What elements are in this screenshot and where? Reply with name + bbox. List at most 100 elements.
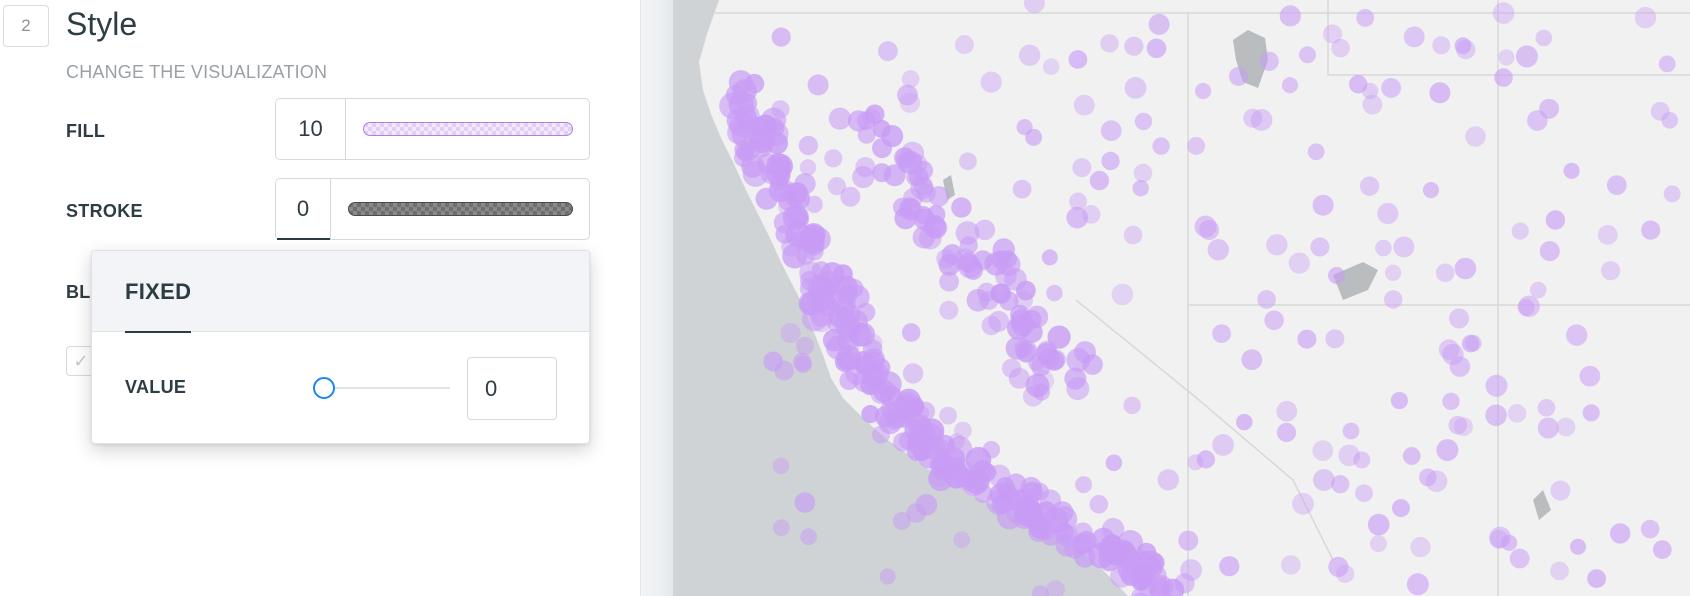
- stroke-size-popover: FIXED VALUE 0: [91, 250, 590, 444]
- map-point: [1410, 536, 1431, 558]
- map-point: [1529, 281, 1547, 299]
- map-point: [1537, 399, 1556, 417]
- map-point: [1515, 45, 1538, 68]
- map-point: [939, 406, 957, 425]
- map-point: [1219, 556, 1240, 577]
- map-point: [1100, 120, 1122, 142]
- map-point: [822, 328, 846, 352]
- value-slider[interactable]: [313, 377, 450, 399]
- map-point: [1066, 377, 1090, 401]
- map-point: [1051, 506, 1078, 533]
- map-point: [861, 405, 880, 424]
- map-point: [1663, 185, 1681, 203]
- map-point: [1196, 450, 1215, 469]
- map-point: [910, 432, 931, 453]
- map-point: [794, 355, 812, 374]
- map-point: [1507, 404, 1527, 423]
- map-point: [864, 373, 886, 395]
- map-point: [1606, 175, 1627, 196]
- map-point: [1012, 179, 1032, 199]
- map-point: [805, 195, 823, 213]
- map-point: [1570, 538, 1586, 555]
- map-point: [1100, 34, 1119, 53]
- map-point: [1422, 182, 1440, 199]
- fill-color-swatch[interactable]: [363, 122, 573, 136]
- fill-size-value[interactable]: 10: [276, 99, 346, 159]
- section-title: Style: [66, 6, 138, 42]
- stroke-size-value[interactable]: 0: [276, 179, 331, 240]
- map-point: [856, 302, 876, 322]
- map-point: [1066, 206, 1088, 229]
- app-root: 2 Style CHANGE THE VISUALIZATION FILL 10…: [0, 0, 1690, 596]
- map-point: [1123, 225, 1143, 245]
- map-point: [902, 363, 924, 384]
- map-point: [938, 254, 961, 276]
- map-point: [1328, 267, 1345, 284]
- map-point: [1634, 6, 1657, 29]
- map-point: [862, 108, 881, 128]
- map-point: [838, 283, 858, 304]
- stroke-color-swatch[interactable]: [348, 202, 573, 216]
- map-point: [1075, 476, 1093, 494]
- map-point: [1661, 112, 1678, 129]
- map-point: [824, 149, 843, 168]
- map-point: [864, 334, 883, 352]
- value-input[interactable]: 0: [467, 357, 557, 420]
- map-point: [1111, 283, 1134, 306]
- map-point: [1442, 343, 1464, 366]
- map-point: [1461, 334, 1480, 353]
- map-point: [1448, 415, 1468, 435]
- map-point: [1652, 540, 1672, 559]
- map-point: [1039, 489, 1062, 512]
- slider-track[interactable]: [324, 387, 450, 389]
- map-point: [1089, 495, 1109, 514]
- tab-fixed[interactable]: FIXED: [125, 251, 192, 333]
- map-point: [774, 360, 794, 381]
- stroke-control[interactable]: 0: [275, 178, 590, 240]
- fill-control[interactable]: 10: [275, 98, 590, 160]
- map-point: [1579, 365, 1601, 387]
- map-point: [1342, 422, 1360, 440]
- check-icon: ✓: [73, 350, 89, 371]
- map-point: [1046, 284, 1063, 302]
- map-point: [1229, 66, 1248, 86]
- map-point: [1146, 38, 1167, 59]
- map-point: [1587, 569, 1606, 588]
- map-point: [1133, 163, 1153, 183]
- map-point: [974, 219, 996, 241]
- map-point: [929, 466, 950, 488]
- map-point: [1195, 82, 1212, 100]
- map-point: [879, 568, 896, 585]
- map-point: [1312, 194, 1334, 216]
- map-point: [1257, 290, 1276, 309]
- map-point: [973, 250, 993, 270]
- map-point: [913, 208, 936, 231]
- map-point: [1325, 329, 1345, 349]
- map-point: [1101, 151, 1120, 171]
- map-point: [1601, 261, 1621, 281]
- map-point: [954, 35, 974, 55]
- panel-divider: [641, 0, 673, 596]
- map-point: [1498, 49, 1515, 66]
- map-point: [807, 74, 829, 96]
- map-point: [1356, 9, 1375, 27]
- map-point: [954, 421, 972, 440]
- map-point: [1212, 324, 1231, 343]
- map-canvas[interactable]: [673, 0, 1690, 596]
- map-point: [906, 169, 923, 186]
- map-point: [1174, 573, 1195, 594]
- map-point: [995, 265, 1017, 287]
- map-point: [1068, 50, 1088, 69]
- slider-handle[interactable]: [313, 377, 335, 399]
- map-point: [1123, 396, 1141, 415]
- map-point: [1002, 358, 1022, 378]
- map-point: [894, 207, 917, 230]
- map-point: [1157, 469, 1179, 491]
- map-point: [839, 370, 859, 391]
- map-point: [1377, 202, 1399, 225]
- map-point: [1331, 38, 1350, 58]
- map-point: [1264, 310, 1284, 331]
- map-point: [1042, 58, 1060, 75]
- map-point: [1359, 176, 1380, 196]
- map-point: [1432, 36, 1451, 55]
